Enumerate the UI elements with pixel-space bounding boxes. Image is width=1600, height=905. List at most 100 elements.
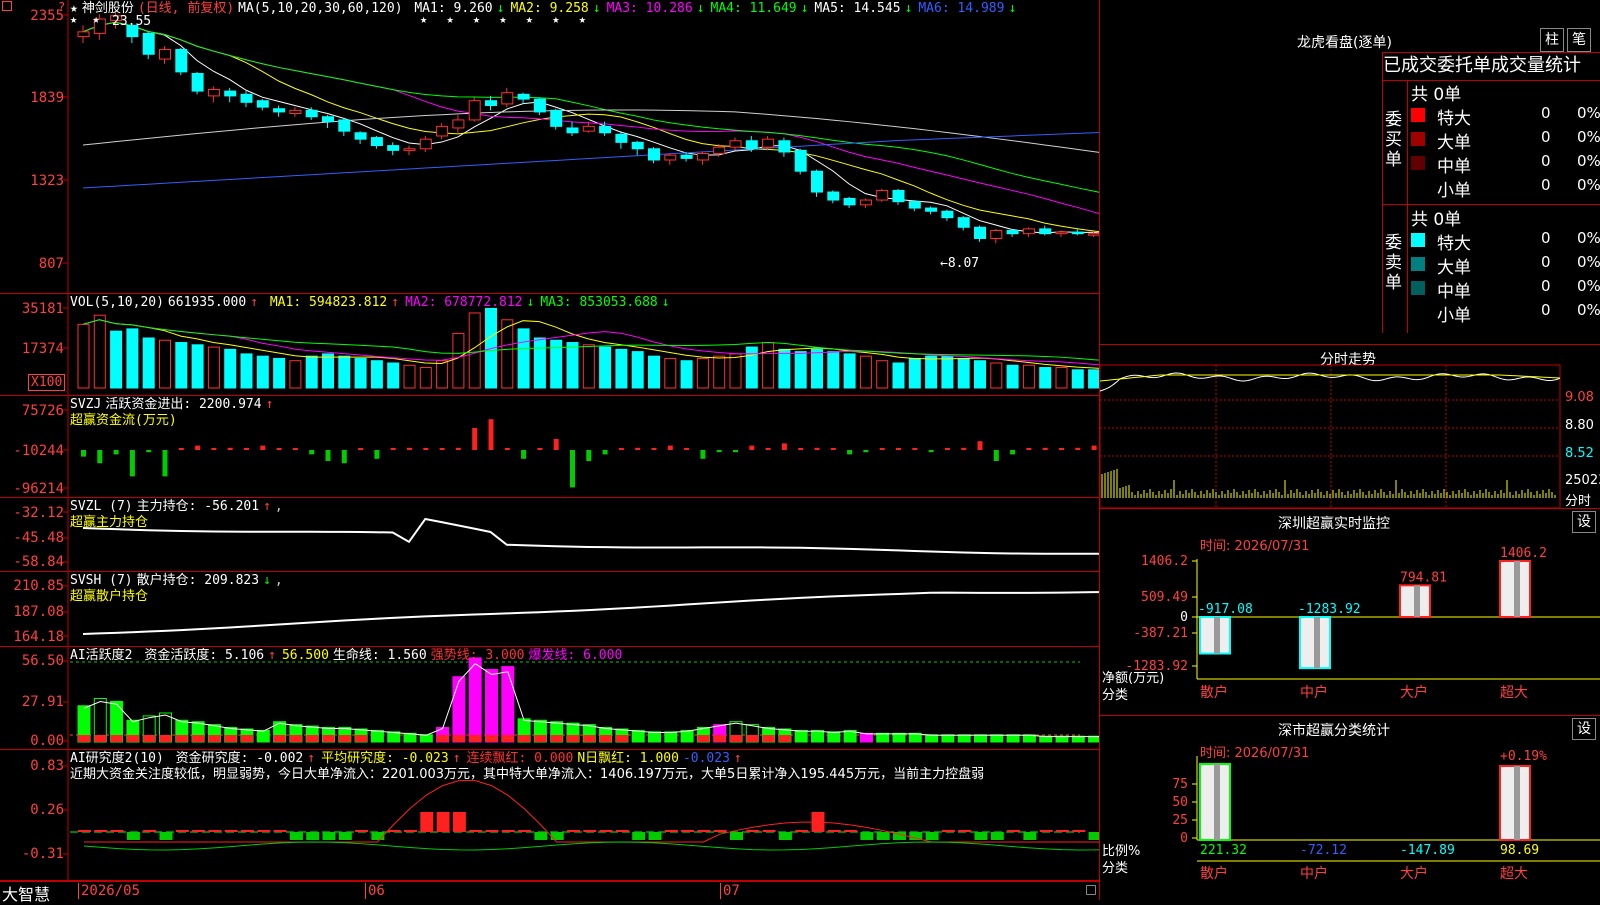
sell-total: 共 0单 <box>1411 210 1462 230</box>
air-ytick: 0.83 <box>30 758 64 774</box>
svzl-panel: SVZL (7) 主力持仓: -56.201 ↑, 超赢主力持仓 -32.12 -4… <box>0 498 1100 572</box>
svzj-bar <box>81 450 86 457</box>
active-base <box>175 735 188 742</box>
candle <box>599 125 612 134</box>
research-bar <box>681 830 695 832</box>
low-note: ←8.07 <box>940 256 980 271</box>
active-bar <box>419 734 433 743</box>
stats-value-label: -72.12 <box>1300 843 1347 858</box>
volume-bar <box>403 364 416 389</box>
active-bar <box>974 734 987 743</box>
svzj-bar <box>961 447 967 450</box>
volume-bar <box>827 351 840 389</box>
row-count: 0 <box>1541 229 1551 247</box>
svzj-bar <box>358 448 364 450</box>
intraday-ytick: 9.08 <box>1565 390 1594 405</box>
research-bar <box>583 830 597 832</box>
monitor-ytick: 0 <box>1180 610 1188 625</box>
lock-icon[interactable] <box>1086 885 1096 895</box>
active-bar <box>892 732 906 743</box>
row-name: 大单 <box>1437 258 1471 278</box>
stats-ytick: 75 <box>1172 777 1188 792</box>
svsh-header: SVSH (7) 散户持仓: 209.823 ↓, 超赢散户持仓 <box>70 573 283 604</box>
candle <box>501 92 514 105</box>
svzj-bar <box>847 450 853 455</box>
svzl-header: SVZL (7) 主力持仓: -56.201 ↑, 超赢主力持仓 <box>70 499 283 530</box>
date-label: 07 <box>720 883 740 899</box>
kline-ytick: 1323 <box>30 173 64 189</box>
volume-bar <box>631 351 644 389</box>
research-bar <box>420 812 434 832</box>
candle <box>191 72 204 92</box>
monitor-bar-shade <box>1514 561 1520 617</box>
research-bar <box>436 812 450 832</box>
svzj-bar <box>455 447 461 450</box>
row-percent: 0% <box>1577 104 1600 122</box>
svzj-bar <box>1075 447 1081 450</box>
volume-bar <box>599 346 612 389</box>
ai-research-title: AI研究度2(10) <box>70 751 164 766</box>
ma-value: MA5: 14.545 <box>814 1 901 16</box>
svzj-bar <box>521 450 527 459</box>
active-bar <box>811 729 824 743</box>
ai-research-items: 资金研究度: -0.002 ↑ 平均研究度: -0.023 ↑ 连续飘红: 0.000 N… <box>176 751 748 766</box>
tick-mode-button[interactable]: 笔 <box>1567 28 1591 52</box>
ma-value-arrow: ↓ <box>696 1 705 16</box>
svzj-bar <box>912 448 918 450</box>
candle <box>925 207 938 212</box>
monitor-value-label: -1283.92 <box>1298 602 1361 617</box>
active-base <box>615 735 628 742</box>
high-note: 23.55 <box>112 14 152 29</box>
volume-bar <box>925 355 938 389</box>
candle <box>1022 228 1035 235</box>
research-bar <box>778 832 792 840</box>
active-bar <box>370 729 384 743</box>
app-logo: 大智慧 <box>2 885 51 904</box>
svzj-bar <box>211 448 217 450</box>
bar-mode-button[interactable]: 柱 <box>1540 28 1564 52</box>
vol-ma-value: MA1: 594823.812 <box>269 295 388 310</box>
active-base <box>534 735 547 742</box>
ai-active-item: 生命线: 1.560 <box>332 648 427 663</box>
stats-category: 散户 <box>1200 865 1228 882</box>
stats-value-label: 221.32 <box>1200 843 1247 858</box>
volume-bar <box>713 355 726 389</box>
ma-value: MA3: 10.286 <box>606 1 693 16</box>
sz-stats-xlabel: 分类 <box>1102 861 1129 876</box>
svzj-bar <box>504 448 510 450</box>
research-bar <box>599 830 613 832</box>
volume-bar <box>289 360 302 389</box>
research-bar <box>827 830 841 832</box>
dragon-title: 龙虎看盘(逐单) <box>1297 35 1392 51</box>
active-base <box>730 735 742 742</box>
tab-orders[interactable]: 委托单 <box>1437 55 1491 76</box>
tab-volume-stats[interactable]: 成交量统计 <box>1491 55 1581 76</box>
tab-traded[interactable]: 已成交 <box>1383 55 1437 76</box>
active-base <box>273 735 286 742</box>
dragon-tabs: 已成交委托单成交量统计 <box>1382 52 1600 81</box>
ma60-line <box>82 109 1100 153</box>
active-base <box>355 735 368 742</box>
research-bar <box>224 830 238 832</box>
active-bar <box>631 729 645 743</box>
candle <box>419 138 432 150</box>
ai-active-title: AI活跃度2 <box>70 648 133 663</box>
research-bar <box>241 830 254 832</box>
kline-ytick: 2355 <box>30 8 64 24</box>
volume-bar <box>436 360 449 389</box>
intraday-ytick: 8.52 <box>1565 446 1594 461</box>
active-base <box>94 735 107 742</box>
volume-bar <box>745 346 758 389</box>
row-count: 0 <box>1541 301 1551 319</box>
volume-bar <box>974 360 986 389</box>
volume-bar <box>1022 364 1035 389</box>
research-bar <box>485 830 499 832</box>
active-bar <box>827 731 841 743</box>
ai-research-comment: 近期大资金关注度较低，明显弱势，今日大单净流入：2201.003万元，其中特大单… <box>70 767 985 782</box>
monitor-bar-shade <box>1414 585 1420 617</box>
row-name: 特大 <box>1437 234 1471 254</box>
candle <box>224 90 237 97</box>
candle <box>1039 228 1052 235</box>
ma30-line <box>82 21 1100 193</box>
row-percent: 0% <box>1577 152 1600 170</box>
